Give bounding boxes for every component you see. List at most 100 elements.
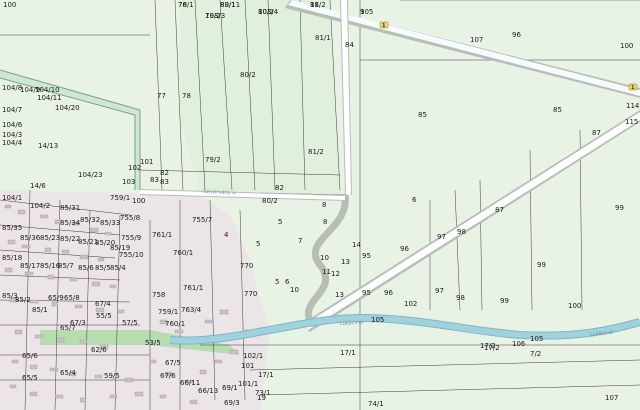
parcel-label: 55/5 [96, 312, 112, 320]
building [117, 309, 125, 314]
parcel-label: 65/5 [22, 374, 38, 382]
parcel-label: 10 [320, 254, 329, 262]
building [134, 391, 144, 397]
parcel-label: 85/5 [95, 264, 111, 272]
parcel-label: 80/2 [240, 71, 256, 79]
field-area [180, 0, 340, 195]
parcel-label: 67/5 [165, 359, 181, 367]
parcel-label: 65/9 [48, 294, 64, 302]
parcel-label: 85 [553, 106, 562, 114]
parcel-label: 14/13 [38, 142, 58, 150]
parcel-label: 103/3 [205, 12, 225, 20]
parcel-label: 99 [615, 204, 624, 212]
parcel-label: 96 [400, 245, 409, 253]
parcel-label: 62/6 [91, 346, 107, 354]
building [69, 277, 78, 282]
parcel-label: 104/23 [78, 171, 103, 179]
building [4, 267, 13, 273]
parcel-label: 73/1 [255, 389, 271, 397]
parcel-label: 100 [568, 302, 581, 310]
road-label-upper: Szivárvány u. [203, 188, 237, 196]
parcel-label: 7 [298, 237, 302, 245]
building [79, 397, 87, 403]
parcel-label: 13 [335, 291, 344, 299]
parcel-label: 760/1 [173, 249, 193, 257]
building [219, 309, 229, 315]
parcel-label: 100 [132, 197, 145, 205]
building [97, 257, 105, 262]
parcel-label: 17/1 [258, 371, 274, 379]
parcel-label: 100 [3, 1, 16, 9]
cadastral-map[interactable]: Szivárvány u. Lukács-ér Lukács-ér 1 1 78… [0, 0, 640, 410]
parcel-label: 104/4 [2, 139, 23, 147]
parcel-label: 17/1 [340, 349, 356, 357]
road-shield-right: 1 [628, 83, 638, 91]
parcel-label: 80/2 [262, 197, 278, 205]
parcel-label: 755/10 [119, 251, 144, 259]
parcel-label: 81/2 [308, 148, 324, 156]
building [214, 359, 223, 364]
parcel-label: 17/2 [480, 342, 496, 350]
building [29, 299, 39, 304]
parcel-label: 57/5 [122, 319, 138, 327]
parcel-label: 66/13 [198, 387, 218, 395]
parcel-label: 13 [341, 258, 350, 266]
parcel-label: 102/1 [243, 352, 263, 360]
parcel-label: 755/9 [121, 234, 141, 242]
parcel-label: 101/1 [238, 380, 258, 388]
parcel-label: 74/1 [368, 400, 384, 408]
parcel-label: 104/2 [30, 202, 50, 210]
building [29, 391, 38, 397]
parcel-label: 85/17 [20, 262, 40, 270]
parcel-label: 18 [310, 1, 319, 9]
parcel-label: 14 [352, 241, 361, 249]
parcel-label: 103/4 [258, 8, 279, 16]
building [9, 384, 17, 389]
building [199, 369, 207, 375]
parcel-label: 758 [152, 291, 165, 299]
parcel-label: 6 [285, 278, 290, 286]
parcel-label: 105 [530, 335, 543, 343]
parcel-label: 104/3 [2, 131, 22, 139]
parcel-label: 85/19 [110, 244, 130, 252]
building [54, 394, 64, 399]
parcel-label: 65/8 [64, 294, 80, 302]
parcel-label: 105 [371, 316, 384, 324]
parcel-label: 770 [240, 262, 253, 270]
parcel-label: 85/36 [20, 234, 41, 242]
parcel-label: 104/1 [2, 194, 22, 202]
parcel-label: 102 [128, 164, 141, 172]
parcel-label: 106 [512, 340, 526, 348]
parcel-label: 761/1 [152, 231, 172, 239]
building [229, 349, 239, 355]
building [61, 249, 70, 254]
parcel-label: 104/9 [20, 86, 40, 94]
parcel-label: 97 [437, 233, 446, 241]
parcel-label: 67/6 [160, 372, 176, 380]
parcel-label: 755/8 [120, 214, 140, 222]
parcel-label: 104/8 [2, 84, 22, 92]
parcel-label: 65/6 [22, 352, 38, 360]
parcel-label: 85/32 [80, 216, 100, 224]
parcel-label: 14/6 [30, 182, 46, 190]
building [109, 394, 118, 399]
building [21, 244, 31, 249]
shield-top-label: 1 [382, 23, 386, 29]
parcel-label: 83 [150, 176, 159, 184]
parcel-label: 78 [182, 92, 191, 100]
parcel-label: 761/1 [183, 284, 203, 292]
parcel-label: 100 [620, 42, 633, 50]
building [51, 301, 59, 307]
parcel-label: 96 [512, 31, 521, 39]
parcel-label: 85/18 [2, 254, 22, 262]
parcel-label: 4 [224, 231, 229, 239]
parcel-label: 85/7 [58, 262, 74, 270]
parcel-label: 101 [241, 362, 254, 370]
parcel-label: 98 [456, 294, 465, 302]
building [24, 271, 34, 276]
building [109, 284, 117, 289]
parcel-label: 763/4 [181, 306, 202, 314]
building [39, 214, 49, 219]
parcel-label: 65/4 [60, 369, 76, 377]
map-canvas[interactable]: Szivárvány u. Lukács-ér Lukács-ér 1 1 78… [0, 0, 640, 410]
